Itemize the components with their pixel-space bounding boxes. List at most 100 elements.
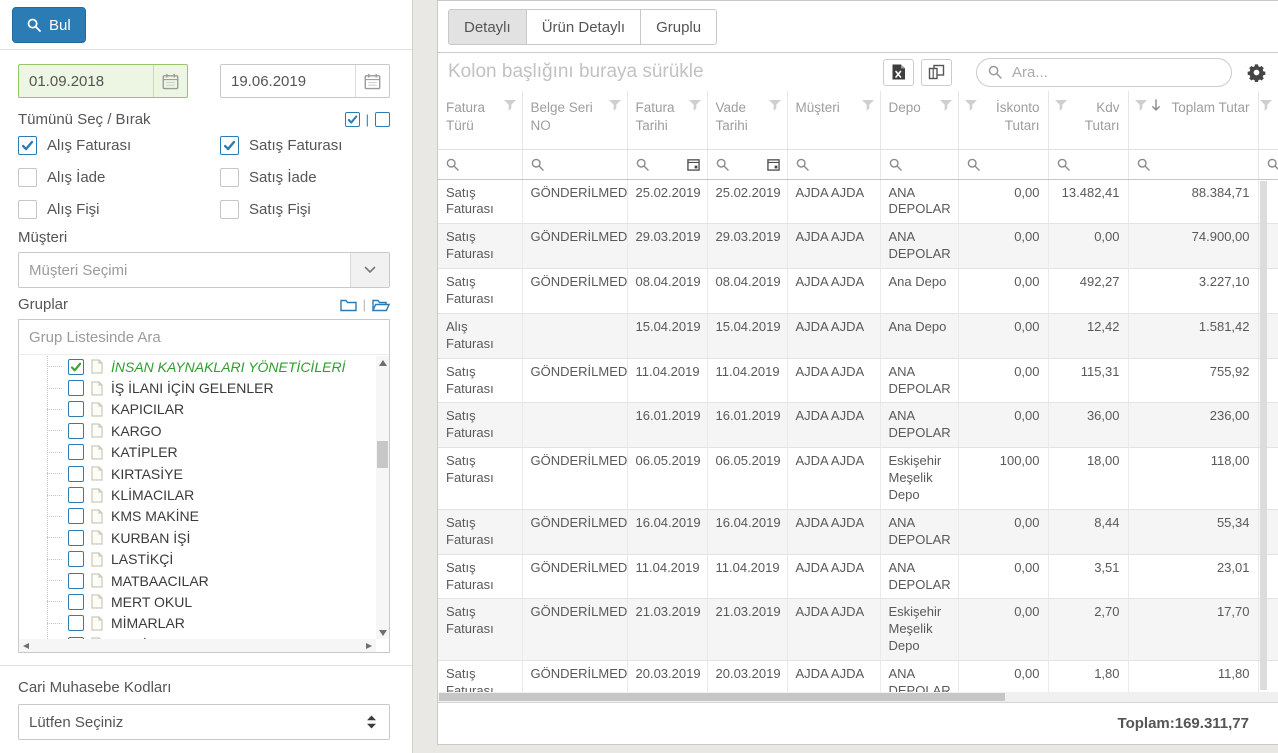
checkbox-box[interactable] <box>18 200 37 219</box>
calendar-icon[interactable] <box>153 65 187 97</box>
tree-checkbox[interactable] <box>68 380 84 396</box>
tree-checkbox[interactable] <box>68 551 84 567</box>
grid-search-input[interactable] <box>1010 63 1220 82</box>
calendar-icon[interactable] <box>687 158 700 171</box>
export-excel-button[interactable] <box>883 59 914 86</box>
customer-select[interactable]: Müşteri Seçimi <box>18 252 390 288</box>
deselect-all-icon[interactable] <box>375 112 390 127</box>
group-search-input[interactable] <box>19 320 389 355</box>
account-codes-select[interactable]: Lütfen Seçiniz <box>18 704 390 740</box>
column-header-vade-tarihi[interactable]: Vade Tarihi <box>707 91 787 149</box>
invoice-type-checkbox[interactable]: Alış Fişi <box>18 200 220 219</box>
group-tree-item[interactable]: LASTİKÇİ <box>19 549 376 570</box>
group-tree-item[interactable]: KLİMACILAR <box>19 484 376 505</box>
group-tree-item[interactable]: İŞ İLANI İÇİN GELENLER <box>19 377 376 398</box>
column-header-kdv-tutarı[interactable]: Kdv Tutarı <box>1048 91 1128 149</box>
filter-icon[interactable] <box>1135 100 1147 111</box>
filter-cell-cutoff[interactable] <box>1258 149 1278 179</box>
calendar-icon[interactable] <box>355 65 389 97</box>
filter-cell-depo[interactable] <box>880 149 958 179</box>
chevron-down-icon[interactable] <box>350 253 389 287</box>
filter-cell-toplam-tutar[interactable] <box>1128 149 1258 179</box>
scrollbar-thumb[interactable] <box>439 693 1005 701</box>
tree-checkbox[interactable] <box>68 508 84 524</box>
filter-cell-fatura-tarihi[interactable] <box>627 149 707 179</box>
group-tree-item[interactable]: KATİPLER <box>19 442 376 463</box>
calendar-icon[interactable] <box>767 158 780 171</box>
filter-cell-vade-tarihi[interactable] <box>707 149 787 179</box>
filter-icon[interactable] <box>940 100 952 111</box>
tree-checkbox[interactable] <box>68 466 84 482</box>
find-button[interactable]: Bul <box>12 7 86 43</box>
group-tree-item[interactable]: İNSAN KAYNAKLARI YÖNETİCİLERİ <box>19 356 376 377</box>
folder-open-icon[interactable] <box>372 298 390 312</box>
invoice-type-checkbox[interactable]: Satış İade <box>220 168 390 187</box>
group-tree-item[interactable]: KAPICILAR <box>19 399 376 420</box>
invoice-type-checkbox[interactable]: Satış Faturası <box>220 136 390 155</box>
filter-cell-belge-seri-no[interactable] <box>522 149 627 179</box>
group-tree-item[interactable]: KARGO <box>19 420 376 441</box>
column-header-i̇skonto-tutarı[interactable]: İskonto Tutarı <box>958 91 1048 149</box>
column-header-depo[interactable]: Depo <box>880 91 958 149</box>
group-tree-item[interactable]: KIRTASİYE <box>19 463 376 484</box>
checkbox-box[interactable] <box>220 136 239 155</box>
filter-icon[interactable] <box>504 100 516 111</box>
checkbox-box[interactable] <box>220 168 239 187</box>
table-row[interactable]: Satış FaturasıGÖNDERİLMEDİ08.04.201908.0… <box>438 269 1278 314</box>
invoice-type-checkbox[interactable]: Alış Faturası <box>18 136 220 155</box>
filter-cell-i̇skonto-tutarı[interactable] <box>958 149 1048 179</box>
tree-checkbox[interactable] <box>68 530 84 546</box>
tree-checkbox[interactable] <box>68 594 84 610</box>
group-tree-item[interactable]: MİMARLAR <box>19 613 376 634</box>
tab-gruplu[interactable]: Gruplu <box>640 9 717 45</box>
filter-cell-kdv-tutarı[interactable] <box>1048 149 1128 179</box>
scroll-right-icon[interactable] <box>364 643 372 649</box>
scrollbar-thumb[interactable] <box>377 441 388 468</box>
table-row[interactable]: Satış FaturasıGÖNDERİLMEDİ11.04.201911.0… <box>438 358 1278 403</box>
filter-cell-fatura-türü[interactable] <box>438 149 522 179</box>
column-header-müşteri[interactable]: Müşteri <box>787 91 880 149</box>
checkbox-box[interactable] <box>18 136 37 155</box>
scroll-left-icon[interactable] <box>23 643 31 649</box>
tree-checkbox[interactable] <box>68 359 84 375</box>
column-header-fatura-tarihi[interactable]: Fatura Tarihi <box>627 91 707 149</box>
filter-cell-müşteri[interactable] <box>787 149 880 179</box>
tree-horizontal-scrollbar[interactable] <box>19 639 376 652</box>
scroll-down-icon[interactable] <box>376 626 389 639</box>
table-row[interactable]: Satış FaturasıGÖNDERİLMEDİ16.04.201916.0… <box>438 509 1278 554</box>
table-row[interactable]: Satış FaturasıGÖNDERİLMEDİ29.03.201929.0… <box>438 224 1278 269</box>
filter-icon[interactable] <box>769 100 781 111</box>
scroll-up-icon[interactable] <box>376 356 389 369</box>
column-header-fatura-türü[interactable]: Fatura Türü <box>438 91 522 149</box>
grid-horizontal-scrollbar[interactable] <box>438 692 1278 702</box>
column-header-toplam-tutar[interactable]: Toplam Tutar <box>1128 91 1258 149</box>
settings-gear-icon[interactable] <box>1247 63 1266 82</box>
group-tree-item[interactable]: MATBAACILAR <box>19 570 376 591</box>
tree-checkbox[interactable] <box>68 487 84 503</box>
group-tree-item[interactable]: KURBAN İŞİ <box>19 527 376 548</box>
tree-checkbox[interactable] <box>68 444 84 460</box>
table-row[interactable]: Alış Faturası15.04.201915.04.2019AJDA AJ… <box>438 313 1278 358</box>
folder-closed-icon[interactable] <box>340 298 357 312</box>
filter-icon[interactable] <box>1055 100 1067 111</box>
filter-icon[interactable] <box>1260 100 1272 111</box>
tree-checkbox[interactable] <box>68 573 84 589</box>
filter-icon[interactable] <box>862 100 874 111</box>
group-tree-item[interactable]: MERT OKUL <box>19 591 376 612</box>
filter-icon[interactable] <box>609 100 621 111</box>
tree-checkbox[interactable] <box>68 615 84 631</box>
tab-detaylı[interactable]: Detaylı <box>448 9 527 45</box>
tree-vertical-scrollbar[interactable] <box>376 356 389 639</box>
table-row[interactable]: Satış FaturasıGÖNDERİLMEDİ21.03.201921.0… <box>438 599 1278 661</box>
select-all-icon[interactable] <box>345 112 360 127</box>
filter-icon[interactable] <box>965 100 977 111</box>
date-from-input[interactable]: 01.09.2018 <box>18 64 188 98</box>
grid-vertical-scrollbar[interactable] <box>1260 181 1267 690</box>
invoice-type-checkbox[interactable]: Alış İade <box>18 168 220 187</box>
filter-icon[interactable] <box>689 100 701 111</box>
table-row[interactable]: Satış Faturası16.01.201916.01.2019AJDA A… <box>438 403 1278 448</box>
checkbox-box[interactable] <box>18 168 37 187</box>
checkbox-box[interactable] <box>220 200 239 219</box>
date-to-input[interactable]: 19.06.2019 <box>220 64 390 98</box>
tree-checkbox[interactable] <box>68 423 84 439</box>
